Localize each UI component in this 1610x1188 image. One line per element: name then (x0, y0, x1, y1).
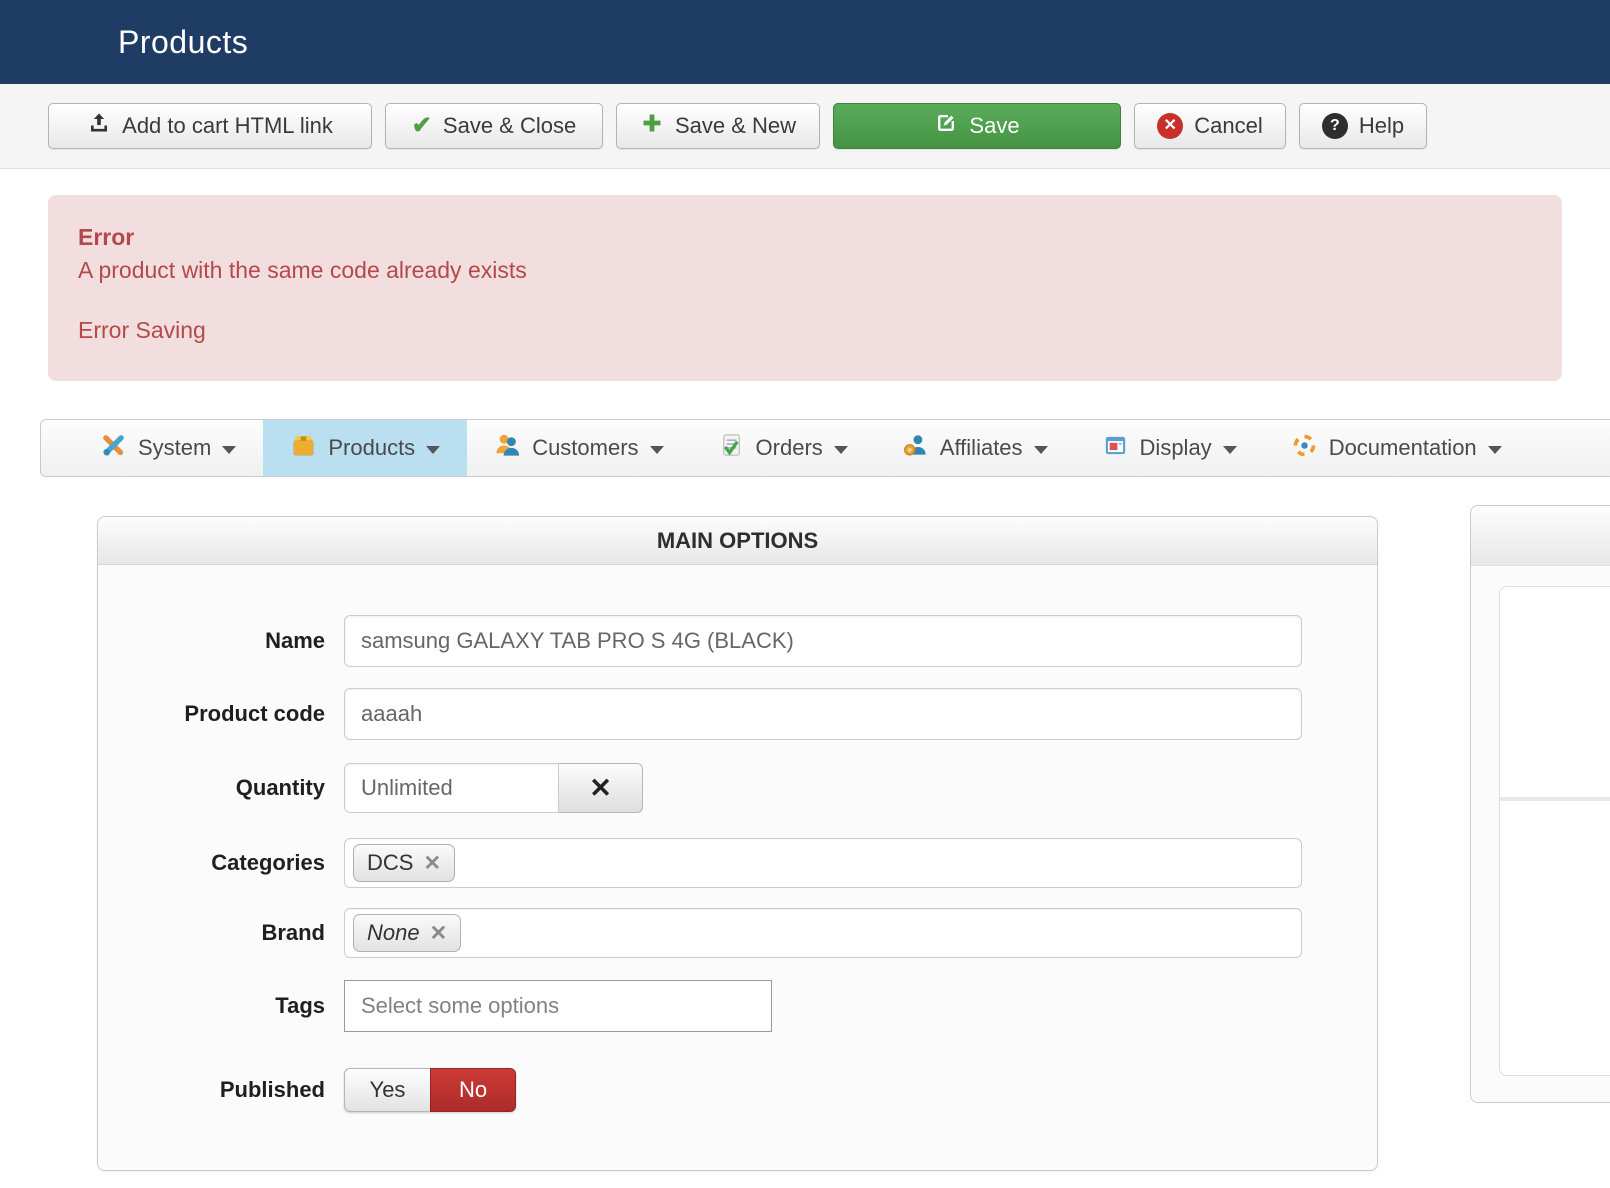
chevron-down-icon (222, 445, 237, 454)
images-panel-cell-top (1500, 587, 1610, 801)
button-label: Save & New (674, 113, 797, 138)
published-yes-button[interactable]: Yes (344, 1068, 430, 1113)
menu-item-customers[interactable]: Customers (467, 420, 690, 476)
help-button[interactable]: ? Help (1299, 103, 1427, 149)
quantity-label: Quantity (235, 775, 325, 801)
main-options-panel: MAIN OPTIONS Name Product code Quantity … (97, 516, 1378, 1172)
menu-item-label: Display (1139, 435, 1212, 461)
add-to-cart-html-link-button[interactable]: Add to cart HTML link (48, 103, 372, 149)
product-code-label: Product code (184, 701, 325, 727)
cancel-icon: ✕ (1157, 113, 1184, 139)
categories-row: Categories DCS ✕ (98, 838, 1377, 889)
error-alert-title: Error (78, 224, 135, 250)
quantity-row: Quantity ✕ (98, 763, 1377, 814)
menu-item-display[interactable]: Display (1075, 420, 1264, 476)
button-label: Save (969, 113, 1020, 138)
name-input[interactable] (344, 615, 1302, 668)
documentation-icon (1291, 432, 1318, 465)
chip-remove-icon[interactable]: ✕ (430, 921, 448, 946)
button-label: Cancel (1194, 113, 1263, 138)
categories-select[interactable]: DCS ✕ (344, 838, 1302, 889)
topbar: Products (0, 0, 1610, 84)
published-label: Published (219, 1077, 325, 1103)
tags-input[interactable] (344, 980, 772, 1033)
chevron-down-icon (426, 445, 441, 454)
tags-row: Tags (98, 980, 1377, 1033)
button-label: Save & Close (442, 113, 577, 138)
plus-icon (640, 111, 664, 141)
quantity-input-group: ✕ (344, 763, 643, 814)
main-options-body: Name Product code Quantity ✕ Categories (98, 565, 1377, 1170)
save-and-close-button[interactable]: ✔ Save & Close (385, 103, 603, 149)
menu-item-system[interactable]: System (73, 420, 263, 476)
images-panel (1470, 505, 1610, 1103)
category-chip-label: DCS (367, 850, 414, 876)
chip-remove-icon[interactable]: ✕ (423, 851, 441, 876)
error-alert-secondary: Error Saving (78, 316, 206, 343)
error-alert-message: A product with the same code already exi… (78, 257, 527, 284)
images-panel-header (1471, 506, 1610, 566)
menu-item-documentation[interactable]: Documentation (1264, 420, 1529, 476)
chevron-down-icon (1033, 445, 1048, 454)
cancel-button[interactable]: ✕ Cancel (1134, 103, 1286, 149)
display-icon (1102, 432, 1129, 465)
chevron-down-icon (833, 445, 848, 454)
chevron-down-icon (1222, 445, 1237, 454)
box-icon (290, 432, 317, 465)
check-icon: ✔ (411, 112, 432, 139)
published-no-button[interactable]: No (430, 1068, 516, 1113)
product-edit-page: Products Add to cart HTML link ✔ Save & … (0, 0, 1610, 1188)
product-code-row: Product code (98, 688, 1377, 741)
button-label: Add to cart HTML link (122, 113, 333, 138)
error-alert: Error A product with the same code alrea… (48, 195, 1562, 382)
toolbar: Add to cart HTML link ✔ Save & Close Sav… (0, 84, 1610, 169)
brand-chip: None ✕ (353, 914, 462, 953)
quantity-input[interactable] (344, 763, 559, 814)
published-toggle: Yes No (344, 1068, 516, 1113)
save-button[interactable]: Save (833, 103, 1121, 149)
brand-chip-label: None (367, 920, 420, 946)
edit-icon (934, 111, 958, 141)
menu-item-label: Orders (755, 435, 823, 461)
quantity-clear-button[interactable]: ✕ (559, 763, 643, 814)
main-options-title: MAIN OPTIONS (98, 517, 1377, 566)
menu-item-label: Products (328, 435, 416, 461)
users-icon (494, 432, 521, 465)
menu-item-products[interactable]: Products (263, 420, 468, 477)
menu-item-label: Affiliates (939, 435, 1023, 461)
category-chip: DCS ✕ (353, 844, 456, 883)
menu-item-label: System (138, 435, 212, 461)
clear-icon: ✕ (589, 772, 612, 803)
page-title: Products (118, 23, 249, 60)
menu-item-affiliates[interactable]: Affiliates (875, 420, 1075, 476)
help-icon: ? (1321, 113, 1348, 139)
brand-label: Brand (261, 920, 325, 946)
tags-label: Tags (275, 993, 325, 1019)
button-label: Help (1358, 113, 1405, 138)
images-panel-cell-bottom (1500, 801, 1610, 1075)
brand-select[interactable]: None ✕ (344, 908, 1302, 959)
menu-item-orders[interactable]: Orders (691, 420, 875, 476)
order-icon (718, 432, 745, 465)
main-menu: System Products Customers Orders Affilia… (40, 419, 1610, 478)
chevron-down-icon (1487, 445, 1502, 454)
name-row: Name (98, 615, 1377, 668)
menu-item-label: Documentation (1328, 435, 1477, 461)
product-code-input[interactable] (344, 688, 1302, 741)
categories-label: Categories (211, 850, 325, 876)
chevron-down-icon (649, 445, 664, 454)
upload-icon (87, 111, 111, 141)
name-label: Name (265, 628, 325, 654)
affiliate-icon (902, 432, 929, 465)
menu-item-label: Customers (532, 435, 639, 461)
images-panel-box (1499, 586, 1610, 1076)
brand-row: Brand None ✕ (98, 908, 1377, 959)
published-row: Published Yes No (98, 1068, 1377, 1113)
save-and-new-button[interactable]: Save & New (616, 103, 820, 149)
tools-icon (100, 432, 127, 465)
